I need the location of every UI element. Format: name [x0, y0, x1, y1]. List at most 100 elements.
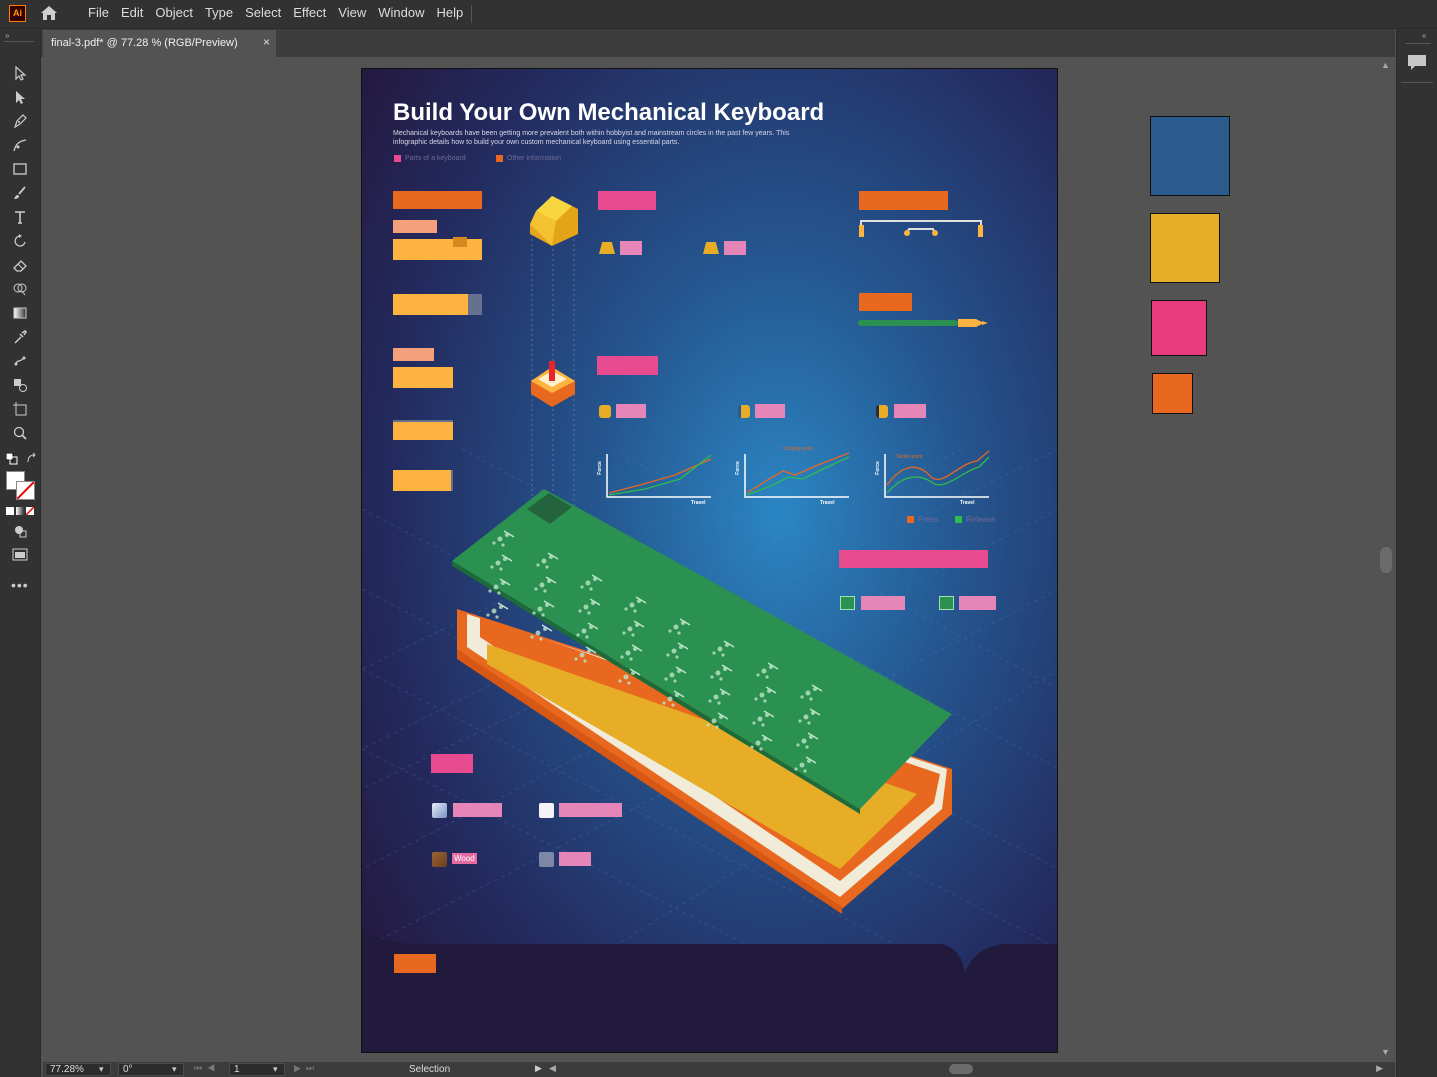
rotate-tool-icon[interactable] [9, 231, 31, 251]
label-block[interactable] [393, 239, 482, 260]
more-tools-icon[interactable]: ••• [11, 577, 29, 593]
artwork-title[interactable]: Build Your Own Mechanical Keyboard [393, 99, 824, 127]
vertical-scrollbar[interactable]: ▲ ▼ [1378, 57, 1395, 1062]
menu-window[interactable]: Window [372, 0, 430, 28]
label-block[interactable] [859, 191, 948, 210]
menu-help[interactable]: Help [430, 0, 469, 28]
draw-mode-icon[interactable] [9, 521, 31, 541]
first-prev-artboard-icons[interactable]: ⏮◀ [194, 1063, 220, 1074]
swap-colors-icon[interactable] [26, 452, 38, 470]
gradient-tool-icon[interactable] [9, 303, 31, 323]
artboard-tool-icon[interactable] [9, 399, 31, 419]
direct-selection-tool-icon[interactable] [9, 87, 31, 107]
menu-divider [471, 5, 472, 23]
force-chart-clicky[interactable]: Force Clicking point Travel [733, 446, 853, 509]
artboard[interactable]: Build Your Own Mechanical Keyboard Mecha… [361, 68, 1058, 1053]
menu-file[interactable]: File [82, 0, 115, 28]
curvature-tool-icon[interactable] [9, 135, 31, 155]
shape-builder-tool-icon[interactable] [9, 279, 31, 299]
swatch-blue[interactable] [1150, 116, 1230, 196]
label-block[interactable] [959, 596, 996, 610]
label-block[interactable] [393, 220, 437, 233]
legend-other[interactable]: Other information [496, 155, 561, 162]
collapse-panel-icon[interactable]: » [5, 31, 9, 40]
label-block[interactable] [393, 470, 453, 491]
chart-svg [744, 452, 850, 498]
label-block[interactable] [453, 803, 502, 817]
menu-edit[interactable]: Edit [115, 0, 149, 28]
puppet-warp-tool-icon[interactable] [9, 351, 31, 371]
label-block[interactable] [393, 367, 453, 388]
gradient-mode-icon[interactable] [16, 507, 24, 515]
eraser-tool-icon[interactable] [9, 255, 31, 275]
label-block[interactable] [393, 191, 482, 209]
status-menu-icon[interactable]: ▶ [535, 1063, 542, 1074]
material-wood-label[interactable]: Wood [452, 853, 477, 864]
label-icon [453, 237, 467, 247]
rotation-dropdown-icon[interactable]: ▾ [172, 1064, 177, 1075]
menu-view[interactable]: View [332, 0, 372, 28]
home-icon[interactable] [40, 5, 58, 26]
force-chart-linear[interactable]: Force Travel [595, 449, 715, 509]
swatch-yellow[interactable] [1150, 213, 1220, 283]
horizontal-scrollbar[interactable]: ◀ ▶ [549, 1063, 1383, 1075]
label-block[interactable] [616, 404, 646, 418]
zoom-dropdown-icon[interactable]: ▾ [99, 1064, 104, 1075]
force-chart-tactile[interactable]: Force Tactile point Travel [873, 449, 993, 509]
stroke-color-swatch[interactable] [16, 481, 35, 500]
label-block[interactable] [861, 596, 905, 610]
label-block[interactable] [393, 348, 434, 361]
screen-mode-icon[interactable] [9, 545, 31, 565]
label-block[interactable] [393, 420, 453, 440]
label-block[interactable] [597, 356, 658, 375]
label-block[interactable] [724, 241, 746, 255]
menu-effect[interactable]: Effect [287, 0, 332, 28]
label-block[interactable] [559, 803, 622, 817]
swatch-pink[interactable] [1151, 300, 1207, 356]
swatch-orange[interactable] [1152, 373, 1193, 414]
chart-legend-press[interactable]: Press [907, 515, 938, 524]
label-block[interactable] [620, 241, 642, 255]
press-marker [907, 516, 914, 523]
menu-type[interactable]: Type [199, 0, 239, 28]
color-mode-icon[interactable] [6, 507, 14, 515]
label-block[interactable] [598, 191, 656, 210]
scroll-right-icon[interactable]: ▶ [1376, 1063, 1383, 1074]
label-block[interactable] [559, 852, 591, 866]
pen-tool-icon[interactable] [9, 111, 31, 131]
next-last-artboard-icons[interactable]: ▶⏭ [294, 1063, 319, 1074]
scroll-up-icon[interactable]: ▲ [1381, 60, 1390, 70]
expand-panels-icon[interactable]: « [1422, 31, 1426, 40]
type-tool-icon[interactable] [9, 207, 31, 227]
label-block[interactable] [894, 404, 926, 418]
comments-panel-icon[interactable] [1406, 53, 1428, 78]
vertical-scroll-thumb[interactable] [1380, 547, 1392, 573]
color-mode-buttons[interactable] [6, 507, 34, 515]
zoom-tool-icon[interactable] [9, 423, 31, 443]
label-block[interactable] [859, 293, 912, 311]
footer-label-block[interactable] [394, 954, 436, 973]
label-block[interactable] [431, 754, 473, 773]
scroll-down-icon[interactable]: ▼ [1381, 1047, 1390, 1057]
chart-legend-release[interactable]: Release [955, 515, 995, 524]
selection-tool-icon[interactable] [9, 63, 31, 83]
document-tab[interactable]: final-3.pdf* @ 77.28 % (RGB/Preview) × [43, 30, 276, 57]
paintbrush-tool-icon[interactable] [9, 183, 31, 203]
rectangle-tool-icon[interactable] [9, 159, 31, 179]
eyedropper-tool-icon[interactable] [9, 327, 31, 347]
none-mode-icon[interactable] [26, 507, 34, 515]
menu-select[interactable]: Select [239, 0, 287, 28]
label-block[interactable] [755, 404, 785, 418]
live-paint-tool-icon[interactable] [9, 375, 31, 395]
switch-tactile-icon [876, 405, 888, 418]
label-block[interactable] [839, 550, 988, 568]
legend-parts[interactable]: Parts of a keyboard [394, 155, 466, 162]
horizontal-scroll-thumb[interactable] [949, 1064, 973, 1074]
artwork-subtitle[interactable]: Mechanical keyboards have been getting m… [393, 129, 813, 147]
scroll-left-icon[interactable]: ◀ [549, 1063, 556, 1074]
menu-object[interactable]: Object [149, 0, 199, 28]
default-colors-icon[interactable] [5, 452, 18, 470]
close-tab-icon[interactable]: × [263, 35, 270, 49]
artboard-dropdown-icon[interactable]: ▾ [273, 1064, 278, 1075]
legend-parts-marker [394, 155, 401, 162]
